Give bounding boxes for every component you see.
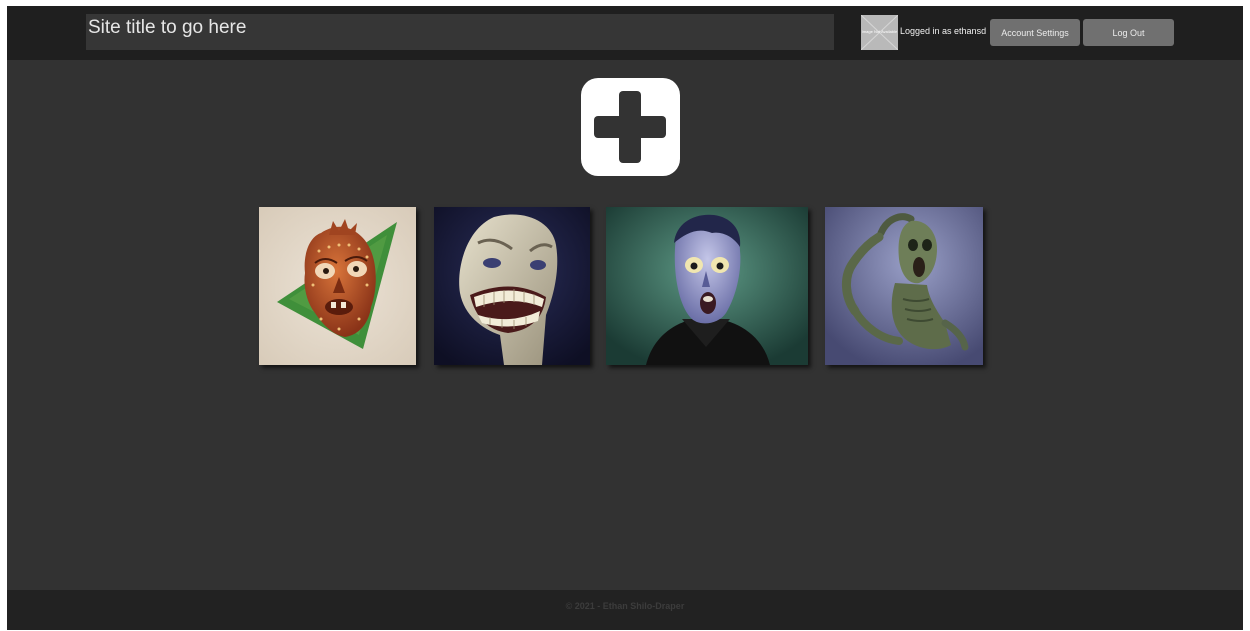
log-out-button[interactable]: Log Out bbox=[1083, 19, 1174, 46]
site-title[interactable]: Site title to go here bbox=[86, 14, 834, 50]
add-artwork-button[interactable] bbox=[581, 78, 680, 176]
top-bar: Site title to go here Image Not Availabl… bbox=[7, 6, 1243, 60]
app-frame: Site title to go here Image Not Availabl… bbox=[7, 6, 1243, 630]
avatar[interactable]: Image Not Available bbox=[861, 15, 898, 50]
copyright-text: © 2021 - Ethan Shilo-Draper bbox=[565, 601, 685, 611]
gallery-item-4[interactable] bbox=[825, 207, 983, 365]
artwork-masked-face-image bbox=[259, 207, 416, 365]
account-settings-button[interactable]: Account Settings bbox=[990, 19, 1080, 46]
gallery-item-1[interactable] bbox=[259, 207, 416, 365]
gallery-item-3[interactable] bbox=[606, 207, 808, 365]
logged-in-status: Logged in as ethansd bbox=[900, 26, 987, 36]
artwork-green-figure-image bbox=[825, 207, 983, 365]
gallery-item-2[interactable] bbox=[434, 207, 590, 365]
artwork-zombie-image bbox=[606, 207, 808, 365]
avatar-placeholder-text: Image Not Available bbox=[861, 29, 898, 34]
footer: © 2021 - Ethan Shilo-Draper bbox=[7, 590, 1243, 630]
artwork-grimacing-face-image bbox=[434, 207, 590, 365]
